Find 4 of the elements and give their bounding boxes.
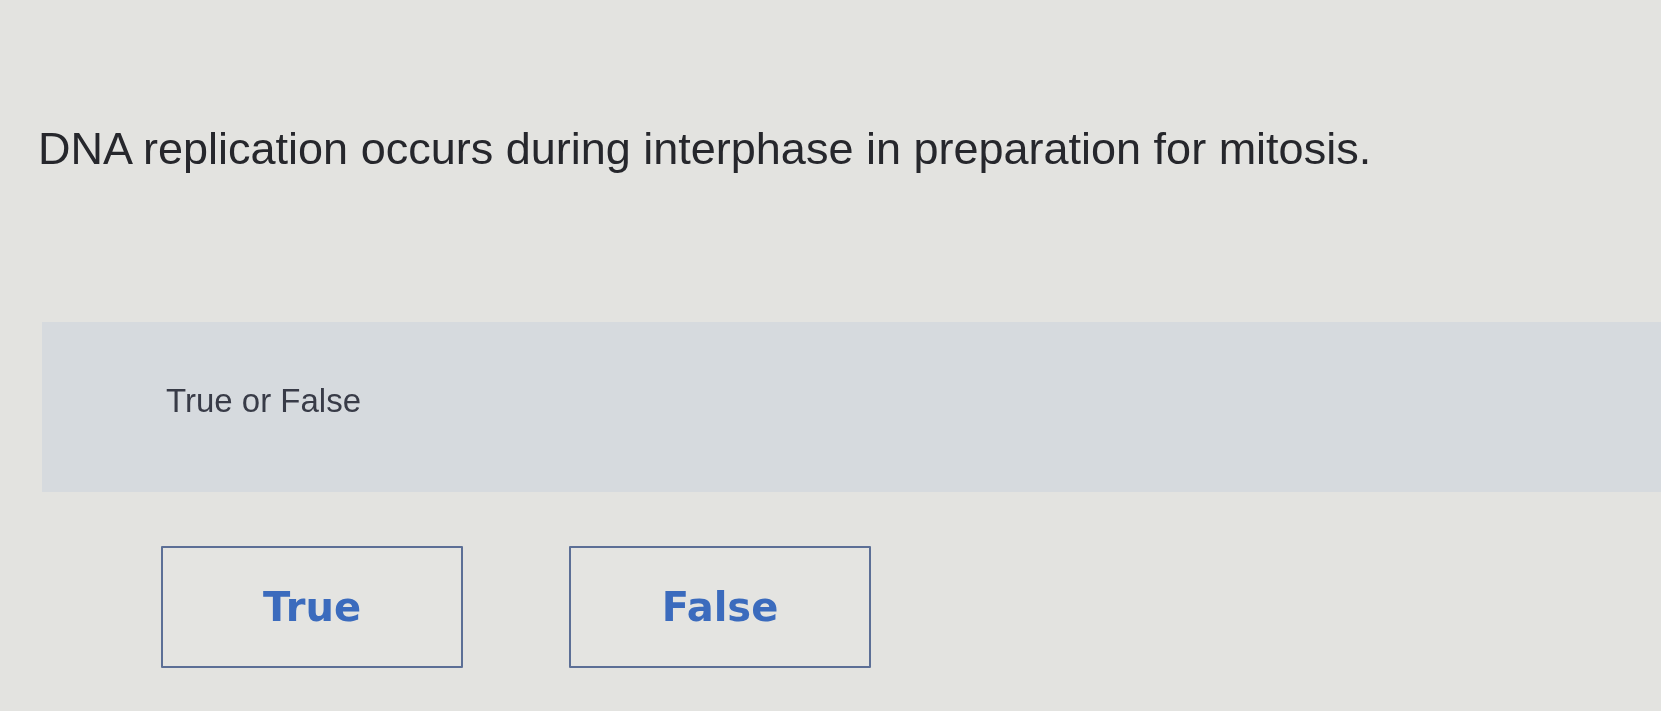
answer-option-button[interactable]: True <box>161 546 463 668</box>
answer-option-button[interactable]: False <box>569 546 871 668</box>
question-text: DNA replication occurs during interphase in preparation for mitosis. <box>38 122 1372 176</box>
prompt-label: True or False <box>166 382 361 420</box>
